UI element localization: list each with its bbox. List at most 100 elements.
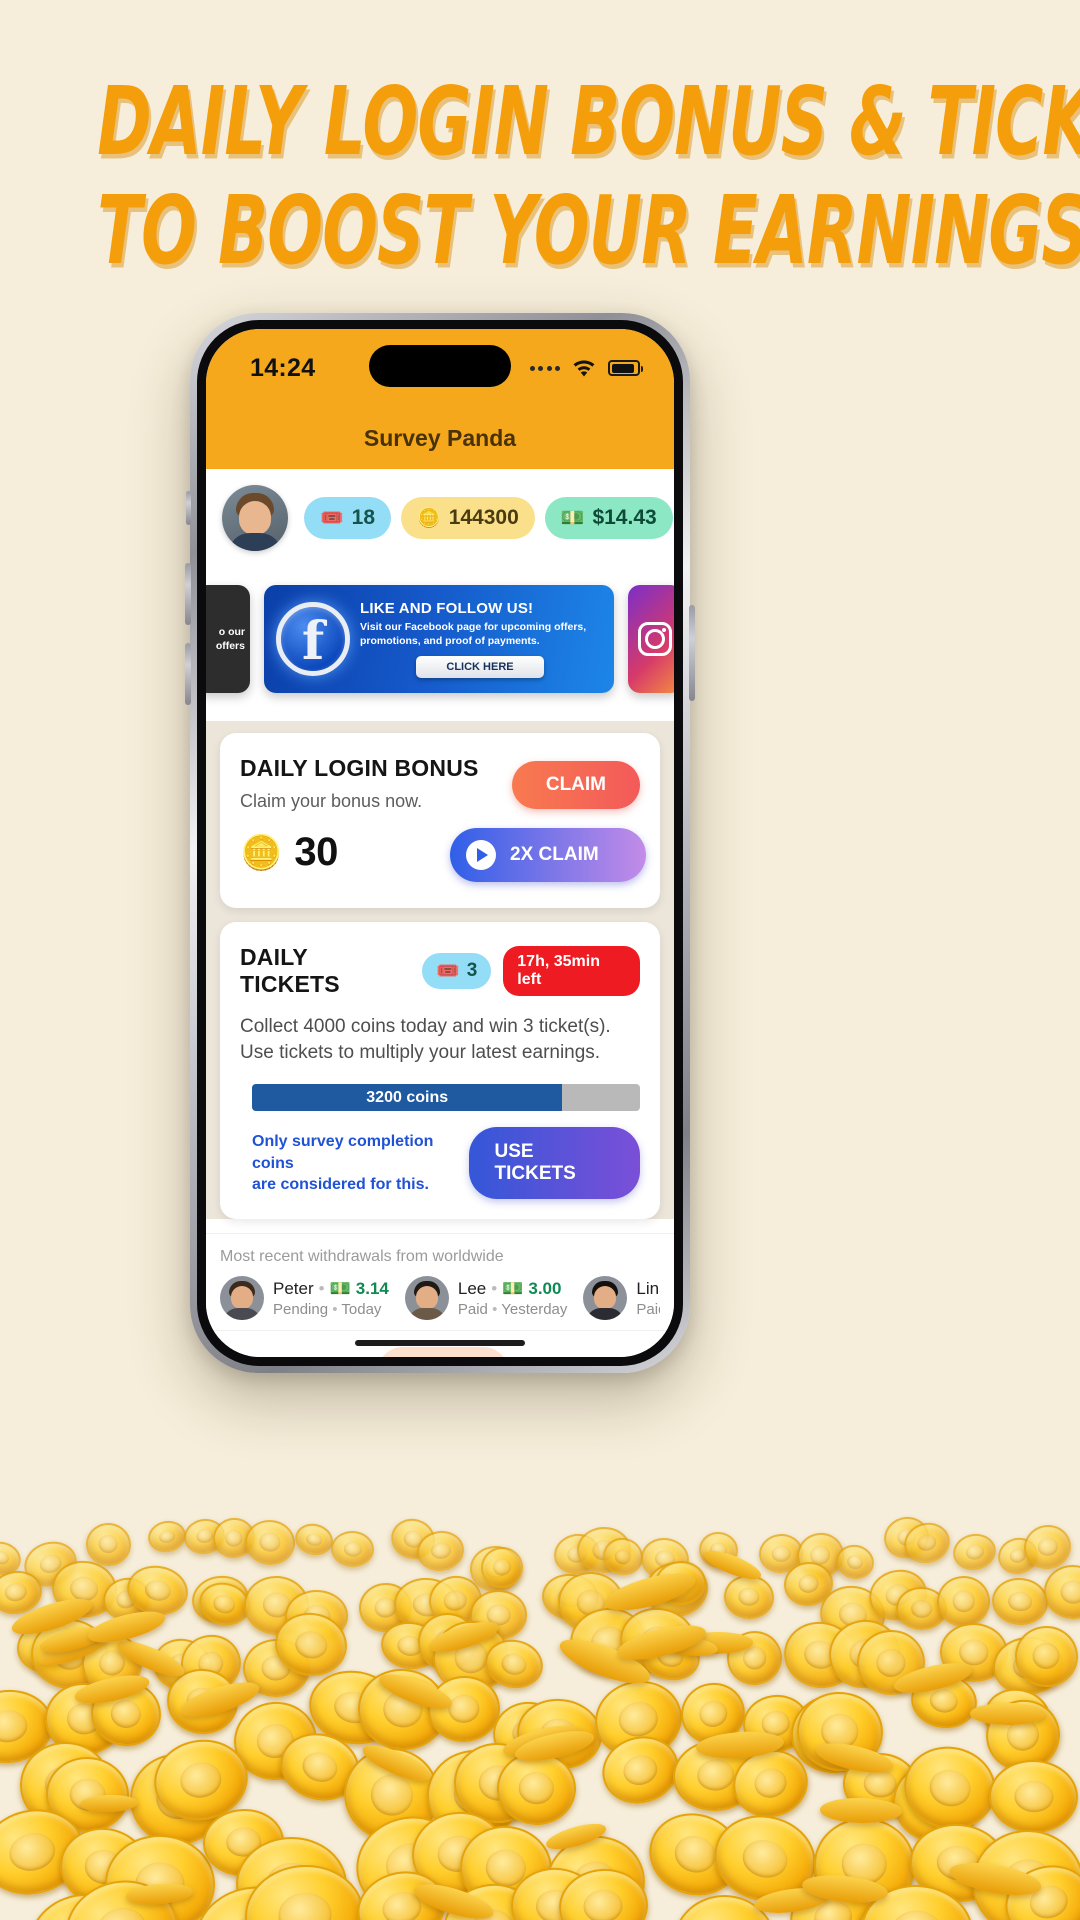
status-bar: 14:24: [206, 329, 674, 407]
double-claim-label: 2X CLAIM: [510, 844, 599, 865]
phone-frame: 14:24 Survey Panda 🎟️ 18 🪙 144300 💵 $14.…: [185, 313, 695, 1373]
banner-facebook-title: LIKE AND FOLLOW US!: [360, 600, 534, 618]
instagram-icon: [638, 622, 672, 656]
use-tickets-button[interactable]: USE TICKETS: [468, 1127, 640, 1200]
recent-withdrawals-title: Most recent withdrawals from worldwide: [220, 1248, 504, 1266]
withdrawal-name: Lee: [457, 1278, 487, 1298]
withdrawal-meta: Lina Paid: [636, 1278, 660, 1320]
app-title: Survey Panda: [363, 424, 517, 451]
banner-facebook-copy: LIKE AND FOLLOW US! Visit our Facebook p…: [360, 600, 604, 678]
daily-tickets-count-chip: 🎟️ 3: [422, 953, 492, 989]
avatar[interactable]: [222, 485, 288, 551]
coin-icon: 🪙: [417, 507, 441, 529]
volume-down-button[interactable]: [185, 643, 191, 705]
money-icon: 💵: [502, 1278, 524, 1298]
recent-withdrawals-list: Peter • 💵 3.14 Pending • Today Lee • 💵 3…: [220, 1276, 660, 1321]
chip-tickets-value: 18: [351, 506, 376, 529]
withdrawal-status: Paid: [636, 1300, 660, 1318]
withdrawal-name: Lina: [636, 1278, 660, 1298]
survey-coins-note-line1: Only survey completion coins: [252, 1133, 434, 1172]
banner-carousel[interactable]: o our offers f LIKE AND FOLLOW US! Visit…: [206, 569, 674, 721]
coin-icon: [291, 1520, 337, 1560]
survey-coins-note-line2: are considered for this.: [252, 1176, 429, 1194]
headline-line-2: TO BOOST YOUR EARNINGS!: [97, 175, 1080, 286]
daily-tickets-description: Collect 4000 coins today and win 3 ticke…: [240, 1016, 611, 1064]
coin-icon: [330, 1529, 376, 1569]
balance-chips: 🎟️ 18 🪙 144300 💵 $14.43: [304, 497, 673, 539]
list-item: Lina Paid: [583, 1276, 660, 1321]
coin-edge-icon: [819, 1797, 903, 1824]
play-icon: [466, 840, 496, 870]
coin-icon: [243, 1517, 298, 1567]
double-claim-button[interactable]: 2X CLAIM: [450, 828, 646, 882]
promo-headline: DAILY LOGIN BONUS & TICKETS TO BOOST YOU…: [0, 74, 1080, 278]
money-icon: 💵: [329, 1278, 351, 1298]
daily-tickets-footer: Only survey completion coins are conside…: [240, 1127, 640, 1200]
app-header: Survey Panda: [206, 407, 674, 469]
coins-progress-label: 3200 coins: [366, 1088, 449, 1106]
headline-line-1: DAILY LOGIN BONUS & TICKETS: [97, 66, 1080, 177]
facebook-icon: f: [276, 602, 350, 676]
money-icon: 💵: [560, 507, 585, 529]
withdrawal-when: Today: [341, 1300, 382, 1318]
status-icons: [529, 359, 643, 377]
withdrawal-amount: 3.00: [528, 1278, 562, 1298]
coin-icon: [1042, 1562, 1080, 1621]
withdrawal-amount: 3.14: [355, 1278, 389, 1298]
survey-coins-note[interactable]: Only survey completion coins are conside…: [252, 1131, 469, 1196]
silent-switch[interactable]: [186, 491, 191, 525]
withdrawal-name: Peter: [273, 1278, 314, 1298]
phone-mockup: 14:24 Survey Panda 🎟️ 18 🪙 144300 💵 $14.…: [185, 313, 695, 1373]
avatar: [583, 1276, 628, 1321]
daily-tickets-header: DAILY TICKETS 🎟️ 3 17h, 35min left: [240, 944, 640, 998]
phone-screen: 14:24 Survey Panda 🎟️ 18 🪙 144300 💵 $14.…: [206, 329, 674, 1357]
chip-coins[interactable]: 🪙 144300: [401, 497, 535, 539]
coin-icon: [934, 1573, 992, 1629]
withdrawal-when: Yesterday: [501, 1300, 568, 1318]
coin-icon: [990, 1575, 1051, 1628]
list-item: Peter • 💵 3.14 Pending • Today: [220, 1276, 389, 1321]
withdrawal-status: Paid: [457, 1300, 488, 1318]
content-area: DAILY LOGIN BONUS Claim your bonus now. …: [206, 721, 674, 1220]
banner-click-here-button[interactable]: CLICK HERE: [416, 655, 544, 678]
withdrawal-meta: Lee • 💵 3.00 Paid • Yesterday: [457, 1278, 568, 1318]
chip-tickets[interactable]: 🎟️ 18: [304, 497, 392, 539]
avatar: [404, 1276, 449, 1321]
ticket-icon: 🎟️: [320, 507, 344, 529]
coins-progress-bar: 3200 coins: [252, 1084, 640, 1112]
claim-button[interactable]: CLAIM: [511, 761, 640, 809]
coin-icon: [988, 1758, 1080, 1834]
battery-icon: [608, 360, 643, 376]
volume-up-button[interactable]: [185, 563, 191, 625]
banner-facebook-description: Visit our Facebook page for upcoming off…: [360, 621, 587, 647]
sidebar-item-home[interactable]: Home: [376, 1347, 510, 1357]
coin-icon: [949, 1529, 1000, 1575]
dynamic-island: [369, 345, 511, 387]
power-button[interactable]: [689, 605, 695, 701]
daily-bonus-amount: 30: [294, 830, 338, 874]
separator-dot: •: [318, 1278, 325, 1298]
wifi-icon: [572, 359, 596, 377]
daily-tickets-title: DAILY TICKETS: [240, 944, 340, 997]
coin-icon: [144, 1517, 189, 1557]
banner-next[interactable]: [628, 585, 674, 693]
coin-pile-decoration: [0, 1400, 1080, 1920]
daily-tickets-count: 3: [466, 960, 478, 981]
separator-dot: •: [491, 1278, 498, 1298]
balance-bar: 🎟️ 18 🪙 144300 💵 $14.43: [206, 469, 674, 569]
phone-bezel: 14:24 Survey Panda 🎟️ 18 🪙 144300 💵 $14.…: [197, 320, 683, 1366]
banner-previous[interactable]: o our offers: [206, 585, 250, 693]
banner-facebook[interactable]: f LIKE AND FOLLOW US! Visit our Facebook…: [264, 585, 614, 693]
coin-stack-icon: 🪙: [240, 833, 283, 872]
chip-cash[interactable]: 💵 $14.43: [544, 497, 673, 539]
withdrawal-status: Pending: [273, 1300, 329, 1318]
withdrawal-meta: Peter • 💵 3.14 Pending • Today: [273, 1278, 389, 1318]
signal-dots-icon: [529, 365, 560, 371]
status-time: 14:24: [250, 353, 316, 382]
daily-login-bonus-card: DAILY LOGIN BONUS Claim your bonus now. …: [220, 733, 660, 908]
coin-icon: [722, 1572, 777, 1622]
chip-cash-value: $14.43: [592, 506, 657, 529]
daily-tickets-card: DAILY TICKETS 🎟️ 3 17h, 35min left Colle…: [220, 922, 660, 1220]
ticket-icon: 🎟️: [436, 961, 460, 982]
chip-coins-value: 144300: [448, 506, 519, 529]
